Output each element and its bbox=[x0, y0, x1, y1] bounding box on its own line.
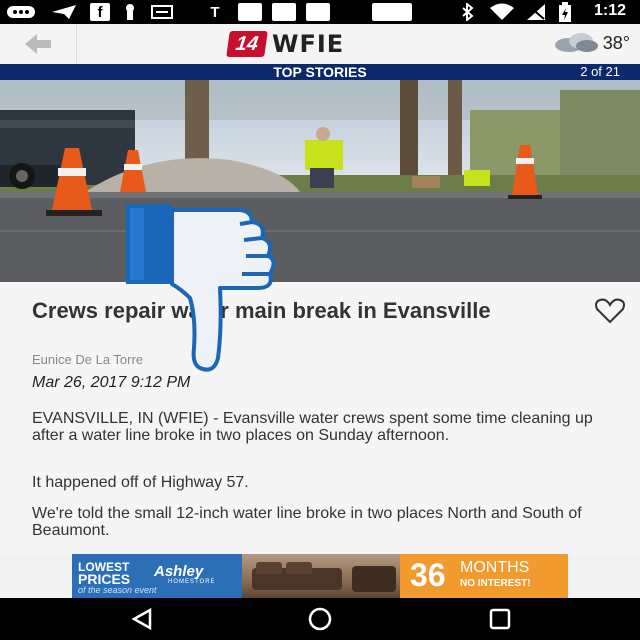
recents-square-icon bbox=[489, 608, 511, 630]
wifi-icon bbox=[488, 3, 516, 21]
messaging-icon bbox=[6, 3, 36, 21]
back-triangle-icon bbox=[131, 607, 152, 631]
ad-brand: Ashley bbox=[154, 563, 204, 580]
section-bar: TOP STORIES 2 of 21 bbox=[0, 64, 640, 80]
ad-strip: LOWEST PRICES of the season event Ashley… bbox=[0, 554, 640, 598]
article-body: Crews repair water main break in Evansvi… bbox=[0, 282, 640, 554]
t-icon: T bbox=[205, 3, 225, 21]
ad-line2: PRICES bbox=[78, 571, 131, 587]
article-paragraph: It happened off of Highway 57. bbox=[32, 474, 249, 491]
app-header: 14 WFIE 38° bbox=[0, 24, 640, 65]
thumbs-down-icon bbox=[126, 204, 276, 372]
article-headline: Crews repair water main break in Evansvi… bbox=[32, 298, 491, 323]
station-logo: 14 WFIE bbox=[226, 29, 345, 59]
signal-icon bbox=[524, 3, 548, 21]
send-icon bbox=[50, 3, 78, 21]
bluetooth-icon bbox=[458, 3, 478, 21]
facebook-icon: f bbox=[90, 3, 110, 21]
notification-icon bbox=[120, 3, 140, 21]
ad-months: MONTHS bbox=[460, 559, 530, 576]
home-circle-icon bbox=[308, 607, 332, 631]
ad-right-panel: 36 MONTHS NO INTEREST! bbox=[400, 554, 568, 598]
facebook-glyph: f bbox=[97, 3, 103, 21]
system-nav-bar bbox=[0, 598, 640, 640]
ad-sofa-image bbox=[242, 554, 400, 598]
favorite-button[interactable] bbox=[594, 298, 626, 324]
ad-brand-sub: HOMESTORE bbox=[168, 579, 216, 585]
status-bar: f T 1:12 bbox=[0, 0, 640, 24]
heart-outline-icon bbox=[595, 298, 625, 324]
nav-back-button[interactable] bbox=[112, 604, 172, 634]
ad-line3: of the season event bbox=[78, 585, 157, 595]
ad-offer: NO INTEREST! bbox=[460, 578, 531, 589]
nav-recents-button[interactable] bbox=[470, 604, 530, 634]
ad-big-number: 36 bbox=[410, 557, 446, 593]
app-icon bbox=[306, 3, 330, 21]
app-icon bbox=[238, 3, 262, 21]
temperature: 38° bbox=[602, 32, 630, 53]
gallery-icon bbox=[150, 3, 174, 21]
story-counter: 2 of 21 bbox=[580, 64, 620, 79]
app-icon bbox=[272, 3, 296, 21]
back-button[interactable] bbox=[0, 24, 77, 64]
status-time: 1:12 bbox=[593, 2, 626, 19]
section-title: TOP STORIES bbox=[273, 64, 367, 80]
nav-home-button[interactable] bbox=[290, 604, 350, 634]
t-glyph: T bbox=[210, 3, 220, 21]
ad-left-panel: LOWEST PRICES of the season event Ashley… bbox=[72, 554, 242, 598]
article-paragraph: EVANSVILLE, IN (WFIE) - Evansville water… bbox=[32, 410, 593, 444]
back-arrow-icon bbox=[25, 34, 51, 54]
story-photo-illustration bbox=[0, 80, 640, 282]
sofa-illustration bbox=[252, 562, 396, 592]
app-icon bbox=[372, 3, 412, 21]
story-photo[interactable] bbox=[0, 80, 640, 282]
article-paragraph: We're told the small 12-inch water line … bbox=[32, 505, 582, 539]
ad-banner[interactable]: LOWEST PRICES of the season event Ashley… bbox=[72, 554, 568, 598]
battery-icon bbox=[554, 2, 576, 22]
weather-cloudy-icon bbox=[554, 33, 598, 52]
article-date: Mar 26, 2017 9:12 PM bbox=[32, 374, 191, 391]
logo-badge: 14 bbox=[226, 31, 268, 57]
weather-widget[interactable]: 38° bbox=[553, 30, 630, 56]
logo-text: WFIE bbox=[272, 30, 345, 58]
